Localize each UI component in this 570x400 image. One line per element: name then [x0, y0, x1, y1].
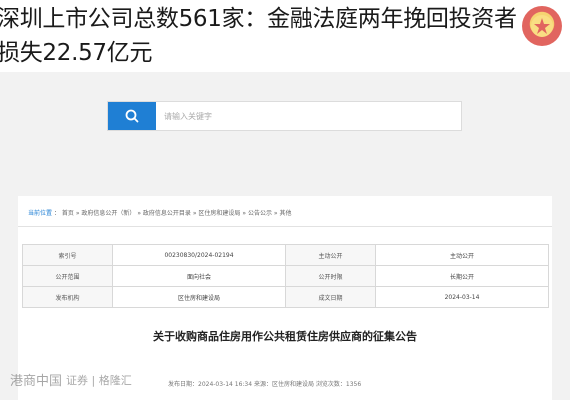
table-cell-value: 主动公开 [375, 244, 549, 266]
table-cell-label: 公开范围 [22, 265, 113, 287]
info-table: 索引号 00230830/2024-02194 主动公开 主动公开 公开范围 面… [22, 244, 549, 308]
table-row: 公开范围 面向社会 公开时限 长期公开 [22, 265, 549, 287]
watermark-right: 证券 | 格隆汇 [66, 373, 132, 387]
table-cell-value: 00230830/2024-02194 [112, 244, 286, 266]
search-bar [107, 101, 462, 131]
headline-line-1: 深圳上市公司总数561家：金融法庭两年挽回投资者 [0, 6, 517, 32]
search-icon [125, 109, 139, 123]
table-cell-label: 公开时限 [285, 265, 376, 287]
table-cell-value: 面向社会 [112, 265, 286, 287]
watermark: 港商中国 证券 | 格隆汇 [10, 370, 132, 390]
breadcrumb: 当前位置 ： 首页 » 政府信息公开（新） » 政府信息公开目录 » 区住房和建… [28, 208, 291, 217]
notice-title: 关于收购商品住房用作公共租赁住房供应商的征集公告 [153, 330, 417, 343]
table-cell-label: 发布机构 [22, 286, 113, 308]
table-cell-value: 长期公开 [375, 265, 549, 287]
breadcrumb-item[interactable]: 公告公示 [248, 210, 272, 217]
divider [18, 226, 552, 227]
search-button[interactable] [108, 102, 156, 130]
table-cell-label: 主动公开 [285, 244, 376, 266]
breadcrumb-item[interactable]: 政府信息公开目录 [143, 210, 191, 217]
breadcrumb-separator: ： [53, 210, 60, 217]
meta-line: 发布日期：2024-03-14 16:34 来源：区住房和建设局 浏览次数：13… [168, 381, 362, 388]
table-cell-value: 2024-03-14 [375, 286, 549, 308]
table-row: 索引号 00230830/2024-02194 主动公开 主动公开 [22, 244, 549, 266]
breadcrumb-item[interactable]: 区住房和建设局 [198, 210, 240, 217]
breadcrumb-item[interactable]: 首页 [62, 210, 74, 217]
breadcrumb-item[interactable]: 其他 [279, 210, 291, 217]
search-input[interactable] [156, 102, 461, 130]
table-cell-label: 索引号 [22, 244, 113, 266]
table-cell-label: 成文日期 [285, 286, 376, 308]
table-row: 发布机构 区住房和建设局 成文日期 2024-03-14 [22, 286, 549, 308]
breadcrumb-item: 当前位置 [28, 210, 53, 217]
breadcrumb-item[interactable]: 政府信息公开（新） [81, 210, 135, 217]
headline-line-2: 损失22.57亿元 [0, 40, 153, 66]
table-cell-value: 区住房和建设局 [112, 286, 286, 308]
watermark-left: 港商中国 [10, 374, 63, 389]
headline: 深圳上市公司总数561家：金融法庭两年挽回投资者 损失22.57亿元 [0, 2, 570, 70]
